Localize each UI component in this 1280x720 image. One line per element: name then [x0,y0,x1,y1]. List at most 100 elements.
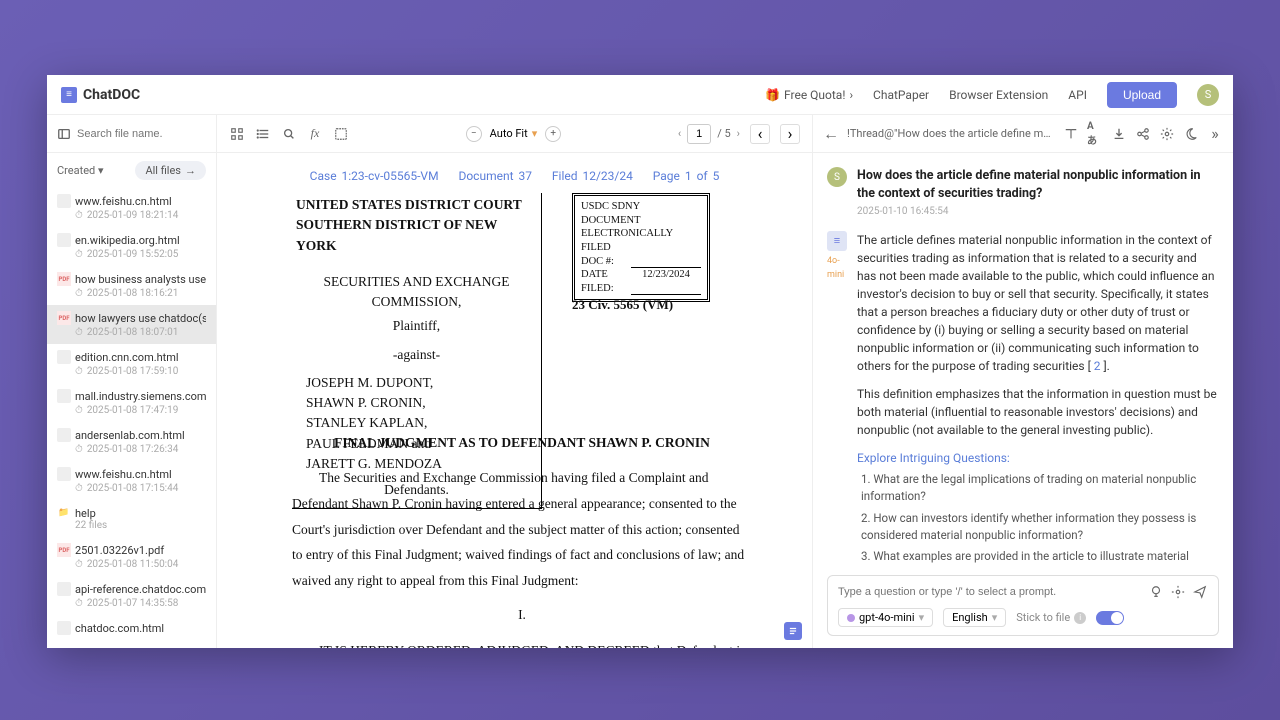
file-item[interactable]: andersenlab.com.html⏱2025-01-08 17:26:34 [47,422,216,461]
file-item[interactable]: www.feishu.cn.html⏱2025-01-08 17:15:44 [47,461,216,500]
body: Created ▾ All files → www.feishu.cn.html… [47,115,1233,648]
file-item[interactable]: 📁help22 files [47,500,216,537]
sidebar: Created ▾ All files → www.feishu.cn.html… [47,115,217,648]
translate-icon[interactable]: Aあ [1087,126,1103,142]
file-name: edition.cnn.com.html [57,350,206,364]
sort-dropdown[interactable]: Created ▾ [57,164,104,177]
prev-page-button[interactable]: ‹ [678,127,681,140]
file-name: andersenlab.com.html [57,428,206,442]
file-name: PDF2501.03226v1.pdf [57,543,206,557]
share-icon[interactable] [1135,126,1151,142]
user-avatar[interactable]: S [1197,84,1219,106]
question-message: S How does the article define material n… [827,167,1219,217]
plaintiff-label: Plaintiff, [296,316,537,336]
browser-extension-link[interactable]: Browser Extension [949,88,1048,102]
input-settings-icon[interactable] [1170,584,1186,600]
page-marker-icon[interactable] [784,622,802,640]
chevron-down-icon: ▾ [532,127,538,140]
file-name: en.wikipedia.org.html [57,233,206,247]
language-select[interactable]: English ▾ [943,608,1006,627]
download-icon[interactable] [1111,126,1127,142]
next-page-button[interactable]: › [737,127,740,140]
question-text: How does the article define material non… [857,167,1219,202]
info-icon[interactable]: i [1074,612,1086,624]
doc-body: UNITED STATES DISTRICT COURT SOUTHERN DI… [237,193,792,648]
clock-icon: ⏱ [75,210,83,221]
court-line1: UNITED STATES DISTRICT COURT [296,195,537,215]
chatpaper-link[interactable]: ChatPaper [873,88,929,102]
all-files-filter[interactable]: All files → [135,161,206,180]
lightbulb-icon[interactable] [1148,584,1164,600]
pdf-icon: PDF [57,272,71,286]
free-quota-link[interactable]: 🎁 Free Quota! › [765,88,853,102]
zoom-out-button[interactable]: − [466,126,482,142]
file-date: ⏱2025-01-08 18:07:01 [75,327,206,338]
grid-view-icon[interactable] [229,126,245,142]
file-item[interactable]: mall.industry.siemens.com.ht…⏱2025-01-08… [47,383,216,422]
doc-icon [57,350,71,364]
clock-icon: ⏱ [75,288,83,299]
folder-icon: 📁 [57,506,71,520]
file-item[interactable]: chatdoc.com.html [47,615,216,641]
stick-to-file-toggle[interactable] [1096,611,1124,625]
answer-message: ≡ 4o-mini The article defines material n… [827,231,1219,565]
file-item[interactable]: www.feishu.cn.html⏱2025-01-09 18:21:14 [47,188,216,227]
moon-icon[interactable] [1183,126,1199,142]
doc-icon [57,194,71,208]
zoom-select[interactable]: Auto Fit ▾ [490,127,538,140]
chevron-down-icon: ▾ [919,611,925,624]
file-item[interactable]: en.wikipedia.org.html⏱2025-01-09 15:52:0… [47,227,216,266]
chat-pane: ← !Thread@"How does the article define m… [813,115,1233,648]
clock-icon: ⏱ [75,483,83,494]
file-item[interactable]: PDFhow business analysts use ch…⏱2025-01… [47,266,216,305]
thread-title: !Thread@"How does the article define ma… [847,127,1055,140]
file-name: chatdoc.com.html [57,621,206,635]
send-button[interactable] [1192,584,1208,600]
question-avatar: S [827,167,847,187]
file-item[interactable]: PDFhow lawyers use chatdoc(sa…⏱2025-01-0… [47,305,216,344]
file-item[interactable]: edition.cnn.com.html ⏱2025-01-08 17:59:10 [47,344,216,383]
clock-icon: ⏱ [75,598,83,609]
file-name: www.feishu.cn.html [57,467,206,481]
file-item[interactable]: PDF2501.03226v1.pdf⏱2025-01-08 11:50:04 [47,537,216,576]
chevron-right-icon: › [849,88,853,102]
search-doc-icon[interactable] [281,126,297,142]
stick-to-file-label: Stick to file i [1016,611,1086,624]
jump-page-right-button[interactable]: › [780,124,800,144]
file-item[interactable]: api-reference.chatdoc.com.h…⏱2025-01-07 … [47,576,216,615]
followup-question[interactable]: 3. What examples are provided in the art… [857,548,1219,565]
sidebar-filter-row: Created ▾ All files → [47,153,216,188]
gear-icon[interactable] [1159,126,1175,142]
back-button[interactable]: ← [823,126,839,142]
file-list: www.feishu.cn.html⏱2025-01-09 18:21:14en… [47,188,216,648]
upload-button[interactable]: Upload [1107,82,1177,108]
filing-stamp: USDC SDNY DOCUMENT ELECTRONICALLY FILED … [572,193,710,302]
api-link[interactable]: API [1068,88,1087,102]
file-date: ⏱2025-01-08 17:59:10 [75,366,206,377]
document-toolbar: fx − Auto Fit ▾ + ‹ / 5 › ‹ › [217,115,812,153]
select-area-icon[interactable] [333,126,349,142]
followup-question[interactable]: 1. What are the legal implications of tr… [857,471,1219,506]
followup-question[interactable]: 2. How can investors identify whether in… [857,510,1219,545]
chat-toolbar: ← !Thread@"How does the article define m… [813,115,1233,153]
filter-label: All files [145,164,181,177]
formula-icon[interactable]: fx [307,126,323,142]
clock-icon: ⏱ [75,444,83,455]
free-quota-label: Free Quota! [784,88,845,102]
page-input[interactable] [687,124,711,144]
list-view-icon[interactable] [255,126,271,142]
jump-page-left-button[interactable]: ‹ [750,124,770,144]
model-select[interactable]: gpt-4o-mini ▾ [838,608,933,627]
document-content[interactable]: Case 1:23-cv-05565-VM Document 37 Filed … [217,153,812,648]
doc-icon [57,428,71,442]
file-name: api-reference.chatdoc.com.h… [57,582,206,596]
chat-history: S How does the article define material n… [813,153,1233,565]
more-icon[interactable]: » [1207,126,1223,142]
sidebar-collapse-icon[interactable] [57,126,71,142]
chat-input[interactable] [838,586,1142,598]
file-date: ⏱2025-01-08 17:47:19 [75,405,206,416]
search-input[interactable] [77,128,217,140]
logo-icon: ≡ [61,87,77,103]
book-icon[interactable] [1063,126,1079,142]
zoom-in-button[interactable]: + [545,126,561,142]
